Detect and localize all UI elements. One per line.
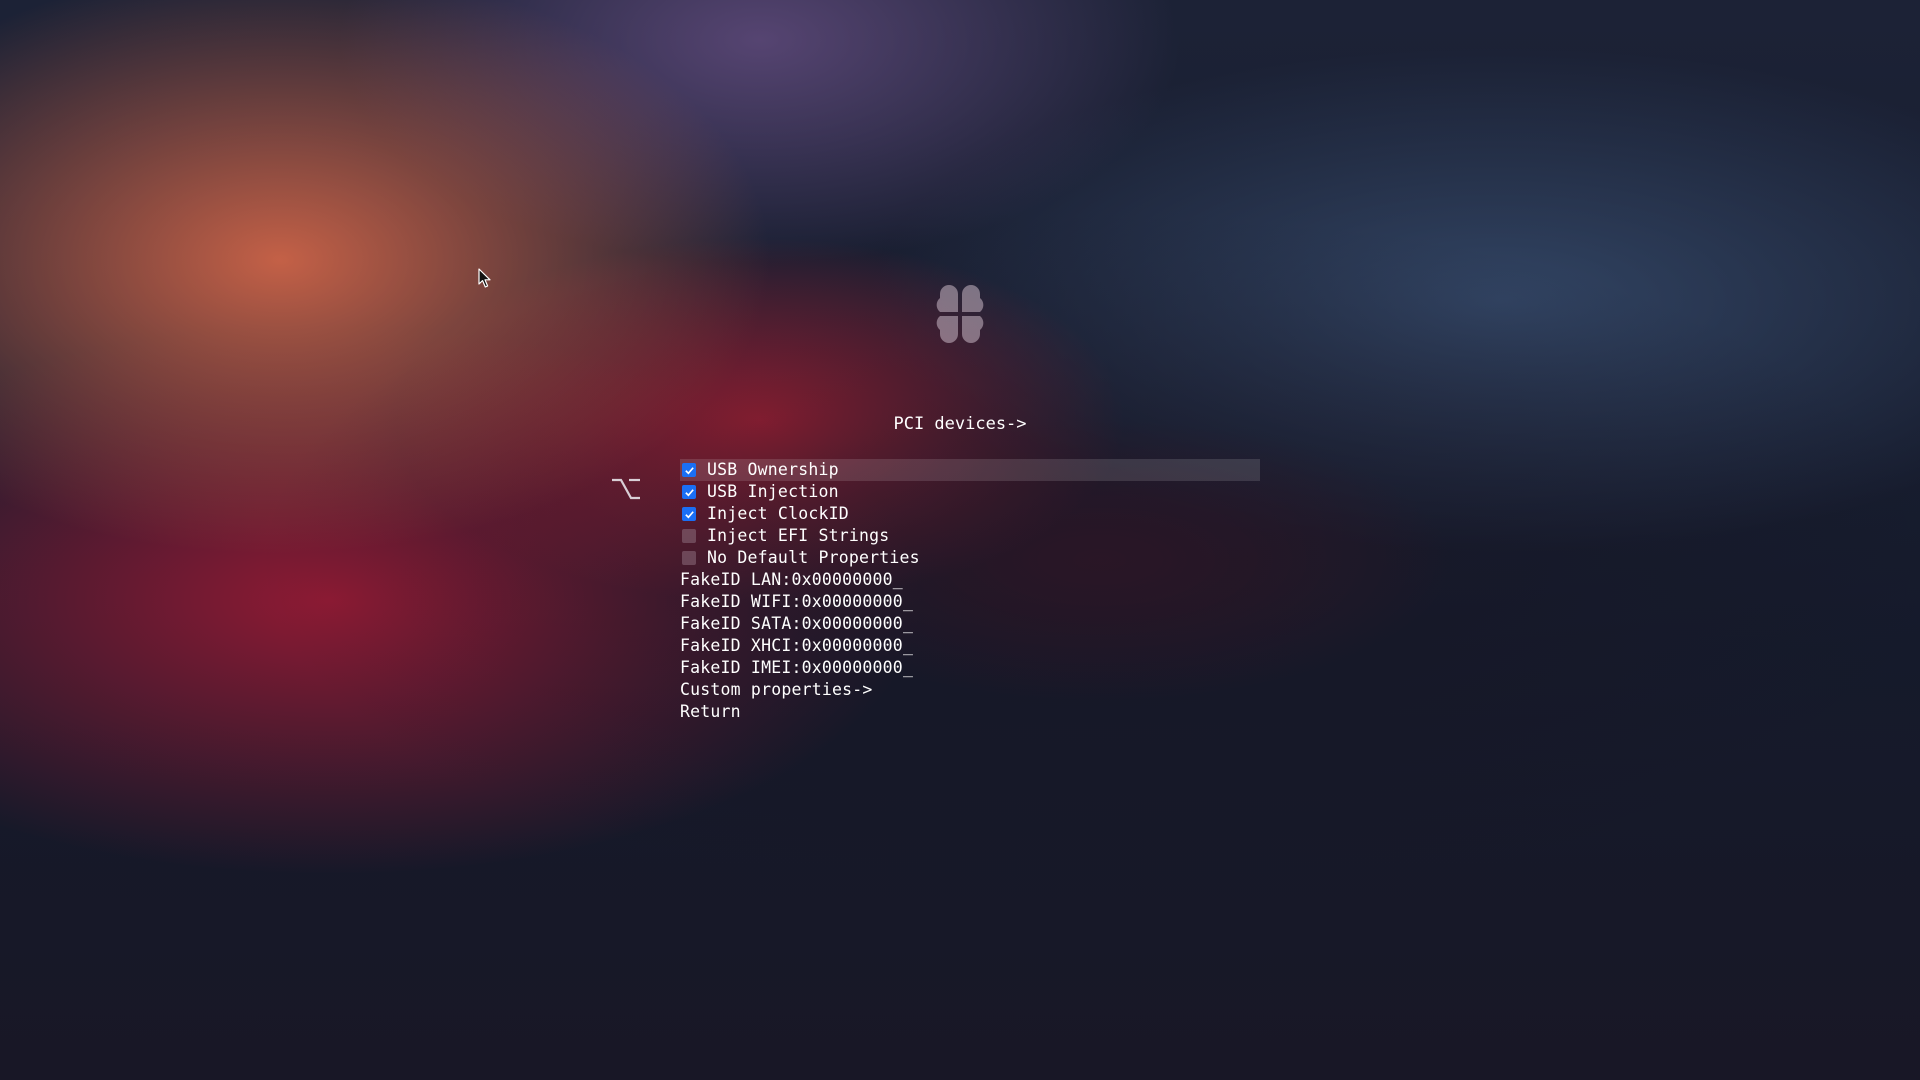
menu-item-return[interactable]: Return	[680, 701, 1260, 723]
checkbox-checked[interactable]	[682, 485, 696, 499]
menu-item-inject-efi-strings[interactable]: Inject EFI Strings	[680, 525, 1260, 547]
checkmark-icon	[684, 488, 694, 496]
options-menu: USB Ownership USB Injection Inject Clock…	[680, 459, 1260, 723]
menu-title: PCI devices->	[893, 414, 1027, 434]
checkbox-checked[interactable]	[682, 463, 696, 477]
option-key-icon	[612, 478, 640, 500]
checkmark-icon	[684, 510, 694, 518]
menu-item-usb-ownership[interactable]: USB Ownership	[680, 459, 1260, 481]
clover-logo-icon	[936, 285, 984, 343]
menu-item-label: USB Injection	[707, 482, 839, 501]
menu-item-fakeid-xhci[interactable]: FakeID XHCI:0x00000000_	[680, 635, 1260, 657]
menu-item-no-default-properties[interactable]: No Default Properties	[680, 547, 1260, 569]
menu-item-label: No Default Properties	[707, 548, 920, 567]
checkbox-checked[interactable]	[682, 507, 696, 521]
menu-item-inject-clockid[interactable]: Inject ClockID	[680, 503, 1260, 525]
menu-item-usb-injection[interactable]: USB Injection	[680, 481, 1260, 503]
mouse-cursor-icon	[478, 268, 491, 288]
menu-item-fakeid-lan[interactable]: FakeID LAN:0x00000000_	[680, 569, 1260, 591]
menu-item-label: Inject EFI Strings	[707, 526, 890, 545]
menu-item-fakeid-wifi[interactable]: FakeID WIFI:0x00000000_	[680, 591, 1260, 613]
menu-item-fakeid-imei[interactable]: FakeID IMEI:0x00000000_	[680, 657, 1260, 679]
menu-item-label: Inject ClockID	[707, 504, 849, 523]
checkbox-unchecked[interactable]	[682, 551, 696, 565]
menu-item-custom-properties[interactable]: Custom properties->	[680, 679, 1260, 701]
checkmark-icon	[684, 466, 694, 474]
menu-item-fakeid-sata[interactable]: FakeID SATA:0x00000000_	[680, 613, 1260, 635]
menu-item-label: USB Ownership	[707, 460, 839, 479]
checkbox-unchecked[interactable]	[682, 529, 696, 543]
